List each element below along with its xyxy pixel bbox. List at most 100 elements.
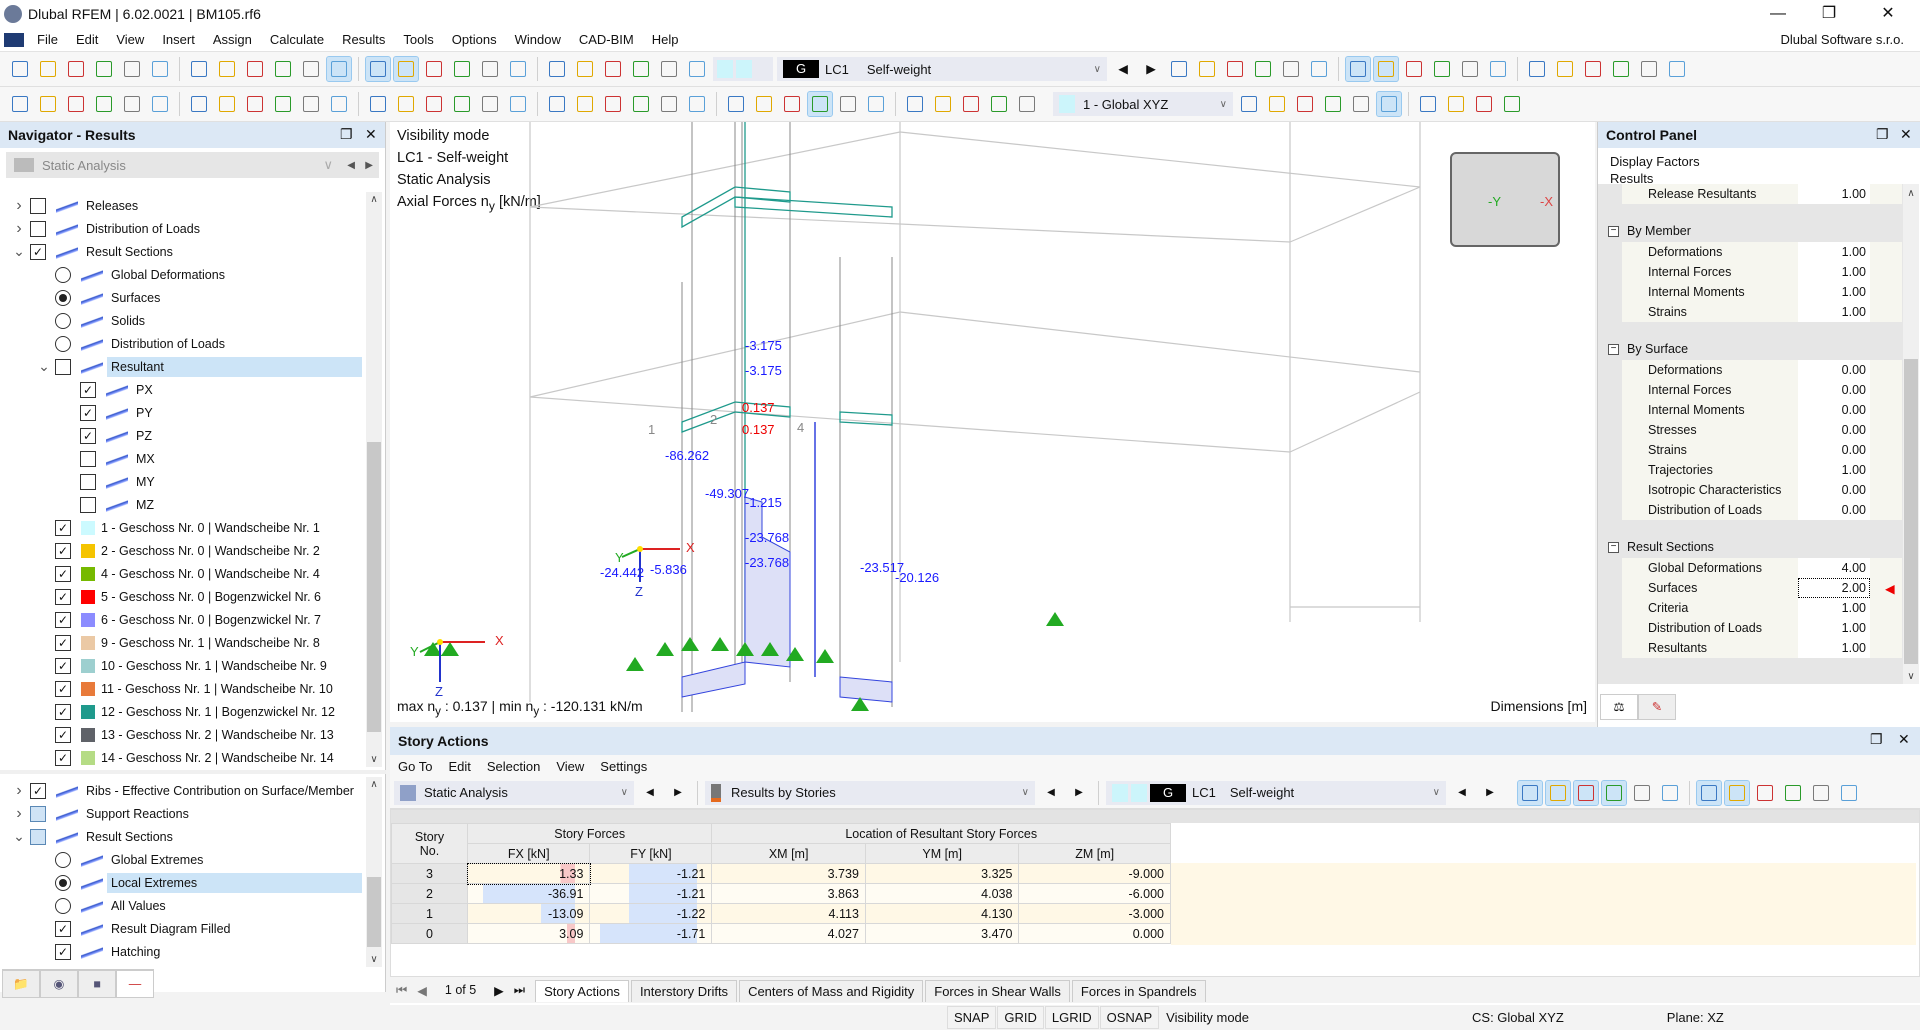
- tree-item[interactable]: MX: [0, 447, 362, 470]
- factor-value[interactable]: 1.00: [1798, 598, 1870, 618]
- new-solid-icon[interactable]: [299, 92, 323, 116]
- tree-item[interactable]: ⌄Resultant: [0, 355, 362, 378]
- prev-page-icon[interactable]: ◀: [417, 983, 427, 998]
- scroll-thumb[interactable]: [367, 877, 381, 947]
- checkbox[interactable]: ✓: [30, 783, 46, 799]
- new-surface-set-icon[interactable]: [366, 92, 390, 116]
- analysis-select[interactable]: Static Analysis ∨ ◀ ▶: [6, 152, 379, 178]
- tree-item[interactable]: ✓1 - Geschoss Nr. 0 | Wandscheibe Nr. 1: [0, 516, 362, 539]
- model-info-icon[interactable]: [120, 57, 144, 81]
- checkbox[interactable]: ✓: [55, 543, 71, 559]
- prev-button[interactable]: ◀: [1450, 781, 1474, 805]
- tree-item[interactable]: ✓4 - Geschoss Nr. 0 | Wandscheibe Nr. 4: [0, 562, 362, 585]
- factor-value[interactable]: 1.00: [1798, 262, 1870, 282]
- box-edit-icon[interactable]: [1525, 57, 1549, 81]
- table-view-icon[interactable]: [327, 57, 351, 81]
- cell-xm[interactable]: 4.113: [712, 904, 866, 924]
- checkbox[interactable]: ✓: [55, 704, 71, 720]
- tree-item[interactable]: MY: [0, 470, 362, 493]
- factor-value[interactable]: 0.00: [1798, 480, 1870, 500]
- tree-item[interactable]: ⌄✓Result Sections: [0, 240, 362, 263]
- color-table-icon[interactable]: [394, 57, 418, 81]
- xxx-support-icon[interactable]: [1279, 57, 1303, 81]
- story-menu-go-to[interactable]: Go To: [390, 759, 440, 774]
- factor-value[interactable]: 0.00: [1798, 420, 1870, 440]
- factor-value[interactable]: 1.00: [1798, 638, 1870, 658]
- close-panel-button[interactable]: ✕: [365, 126, 377, 143]
- load-case-select[interactable]: G LC1 Self-weight ∨: [777, 57, 1107, 81]
- scroll-up-icon[interactable]: ∧: [1903, 188, 1919, 199]
- display-factor-row[interactable]: Internal Forces1.00: [1622, 262, 1902, 282]
- scroll-down-icon[interactable]: ∨: [366, 954, 382, 965]
- select-polygon-icon[interactable]: [506, 57, 530, 81]
- result-display-icon[interactable]: [1346, 57, 1370, 81]
- menu-assign[interactable]: Assign: [204, 32, 261, 47]
- group-header[interactable]: −Result Sections: [1604, 538, 1898, 556]
- chevron-down-icon[interactable]: ⌄: [12, 243, 26, 260]
- select-free-icon[interactable]: [601, 57, 625, 81]
- symmetry-icon[interactable]: [1472, 92, 1496, 116]
- menu-edit[interactable]: Edit: [67, 32, 107, 47]
- report-new-icon[interactable]: [215, 57, 239, 81]
- numeric-values-icon[interactable]: [1374, 57, 1398, 81]
- lines-off-icon[interactable]: [959, 92, 983, 116]
- tree-item[interactable]: ✓9 - Geschoss Nr. 1 | Wandscheibe Nr. 8: [0, 631, 362, 654]
- scroll-up-icon[interactable]: ∧: [366, 194, 382, 205]
- select-circle-icon[interactable]: [545, 57, 569, 81]
- checkbox[interactable]: ✓: [55, 566, 71, 582]
- factor-value[interactable]: 4.00: [1798, 558, 1870, 578]
- display-factor-row[interactable]: Strains1.00: [1622, 302, 1902, 322]
- factor-value[interactable]: 0.00: [1798, 500, 1870, 520]
- plane-yz-icon[interactable]: [1349, 92, 1373, 116]
- display-factor-row[interactable]: Stresses0.00: [1622, 420, 1902, 440]
- box-view-icon[interactable]: [1486, 57, 1510, 81]
- cell-fx[interactable]: -13.09: [468, 904, 590, 924]
- tree-item[interactable]: ›✓Ribs - Effective Contribution on Surfa…: [0, 779, 362, 802]
- factor-value[interactable]: 0.00: [1798, 360, 1870, 380]
- sync-back-icon[interactable]: [1546, 781, 1570, 805]
- cs-settings-icon[interactable]: [1237, 92, 1261, 116]
- tree-item[interactable]: ›Support Reactions: [0, 802, 362, 825]
- checkbox[interactable]: ✓: [80, 382, 96, 398]
- result-diagram-icon[interactable]: [685, 92, 709, 116]
- object-snap-icon[interactable]: [1293, 92, 1317, 116]
- tree-item[interactable]: ✓12 - Geschoss Nr. 1 | Bogenzwickel Nr. …: [0, 700, 362, 723]
- color-scale-icon[interactable]: [1015, 92, 1039, 116]
- radio-button[interactable]: [55, 898, 71, 914]
- load-case-prev-icon[interactable]: [657, 57, 681, 81]
- toggle-osnap[interactable]: OSNAP: [1100, 1006, 1160, 1029]
- filter-clear-icon[interactable]: [1167, 57, 1191, 81]
- print-icon[interactable]: [187, 57, 211, 81]
- tab-story-actions[interactable]: Story Actions: [535, 980, 629, 1002]
- checkbox[interactable]: ✓: [55, 635, 71, 651]
- navigator-scrollbar-2[interactable]: ∧ ∨: [366, 777, 382, 967]
- new-member-icon[interactable]: [64, 92, 88, 116]
- tree-item[interactable]: ✓PZ: [0, 424, 362, 447]
- numeric-values-icon[interactable]: [1602, 781, 1626, 805]
- list-icon[interactable]: [478, 57, 502, 81]
- nodal-load-icon[interactable]: [422, 92, 446, 116]
- tree-item[interactable]: All Values: [0, 894, 362, 917]
- cell-zm[interactable]: 0.000: [1019, 924, 1171, 944]
- clear-selection-icon[interactable]: [1458, 57, 1482, 81]
- chevron-right-icon[interactable]: ›: [12, 197, 26, 215]
- scroll-thumb[interactable]: [1904, 359, 1918, 664]
- sync-selection-icon[interactable]: [1518, 781, 1542, 805]
- surface-results-icon[interactable]: [724, 92, 748, 116]
- tab-forces-in-shear-walls[interactable]: Forces in Shear Walls: [925, 980, 1070, 1002]
- tree-item[interactable]: ›Distribution of Loads: [0, 217, 362, 240]
- cell-zm[interactable]: -3.000: [1019, 904, 1171, 924]
- filter-icon[interactable]: [601, 92, 625, 116]
- checkbox[interactable]: [30, 829, 46, 845]
- load-case-next-icon[interactable]: [685, 57, 709, 81]
- view-minus-x-icon[interactable]: [1637, 57, 1661, 81]
- radio-button[interactable]: [55, 313, 71, 329]
- chevron-down-icon[interactable]: ⌄: [37, 358, 51, 375]
- tree-item[interactable]: Global Extremes: [0, 848, 362, 871]
- display-factor-row[interactable]: Isotropic Characteristics0.00: [1622, 480, 1902, 500]
- wave-2-icon[interactable]: [864, 92, 888, 116]
- menu-file[interactable]: File: [28, 32, 67, 47]
- section-table-icon[interactable]: [1500, 92, 1524, 116]
- surface-load-icon[interactable]: [506, 92, 530, 116]
- factor-value[interactable]: 1.00: [1798, 302, 1870, 322]
